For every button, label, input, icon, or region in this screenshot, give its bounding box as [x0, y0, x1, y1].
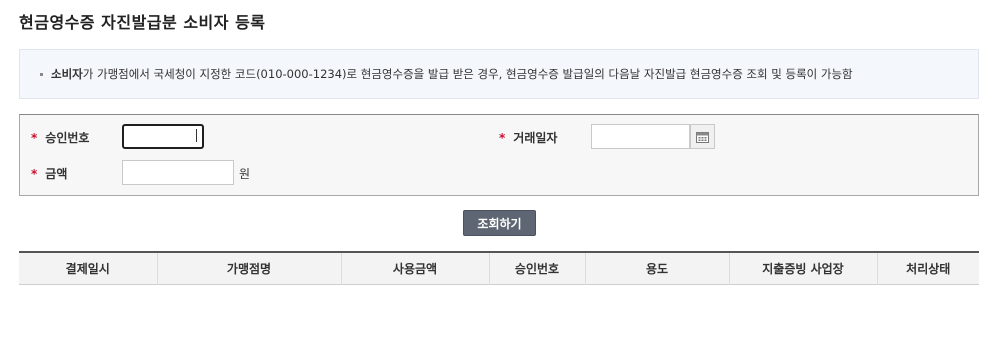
transaction-date-input[interactable] [591, 124, 690, 149]
column-header: 결제일시 [19, 252, 157, 284]
required-mark: * [499, 131, 506, 145]
table-header-row: 결제일시 가맹점명 사용금액 승인번호 용도 지출증빙 사업장 처리상태 [19, 252, 979, 284]
column-header: 가맹점명 [156, 252, 341, 284]
notice-strong-text: 소비자 [51, 67, 83, 81]
column-header: 사용금액 [340, 252, 489, 284]
column-header: 지출증빙 사업장 [728, 252, 877, 284]
calendar-button[interactable] [690, 124, 715, 149]
date-label-text: 거래일자 [513, 131, 558, 145]
amount-input[interactable] [122, 160, 234, 185]
notice-text: 가 가맹점에서 국세청이 지정한 코드(010-000-1234)로 현금영수증… [82, 67, 853, 81]
amount-label: * 금액 [31, 165, 67, 182]
calendar-icon [696, 131, 709, 143]
transaction-date-label: * 거래일자 [499, 129, 557, 146]
page-title: 현금영수증 자진발급분 소비자 등록 [19, 13, 266, 32]
notice-box: 소비자 가 가맹점에서 국세청이 지정한 코드(010-000-1234)로 현금… [19, 49, 979, 99]
amount-label-text: 금액 [45, 167, 68, 181]
approval-number-label: * 승인번호 [31, 129, 89, 146]
column-header: 승인번호 [488, 252, 585, 284]
search-button[interactable]: 조회하기 [463, 210, 536, 236]
column-header: 용도 [584, 252, 729, 284]
approval-number-input[interactable] [122, 124, 204, 149]
approval-label-text: 승인번호 [45, 131, 90, 145]
bullet-icon [40, 72, 43, 76]
result-table: 결제일시 가맹점명 사용금액 승인번호 용도 지출증빙 사업장 처리상태 [19, 251, 979, 285]
amount-unit: 원 [239, 167, 251, 181]
required-mark: * [31, 131, 38, 145]
text-caret [196, 129, 197, 142]
column-header: 처리상태 [876, 252, 979, 284]
required-mark: * [31, 167, 38, 181]
